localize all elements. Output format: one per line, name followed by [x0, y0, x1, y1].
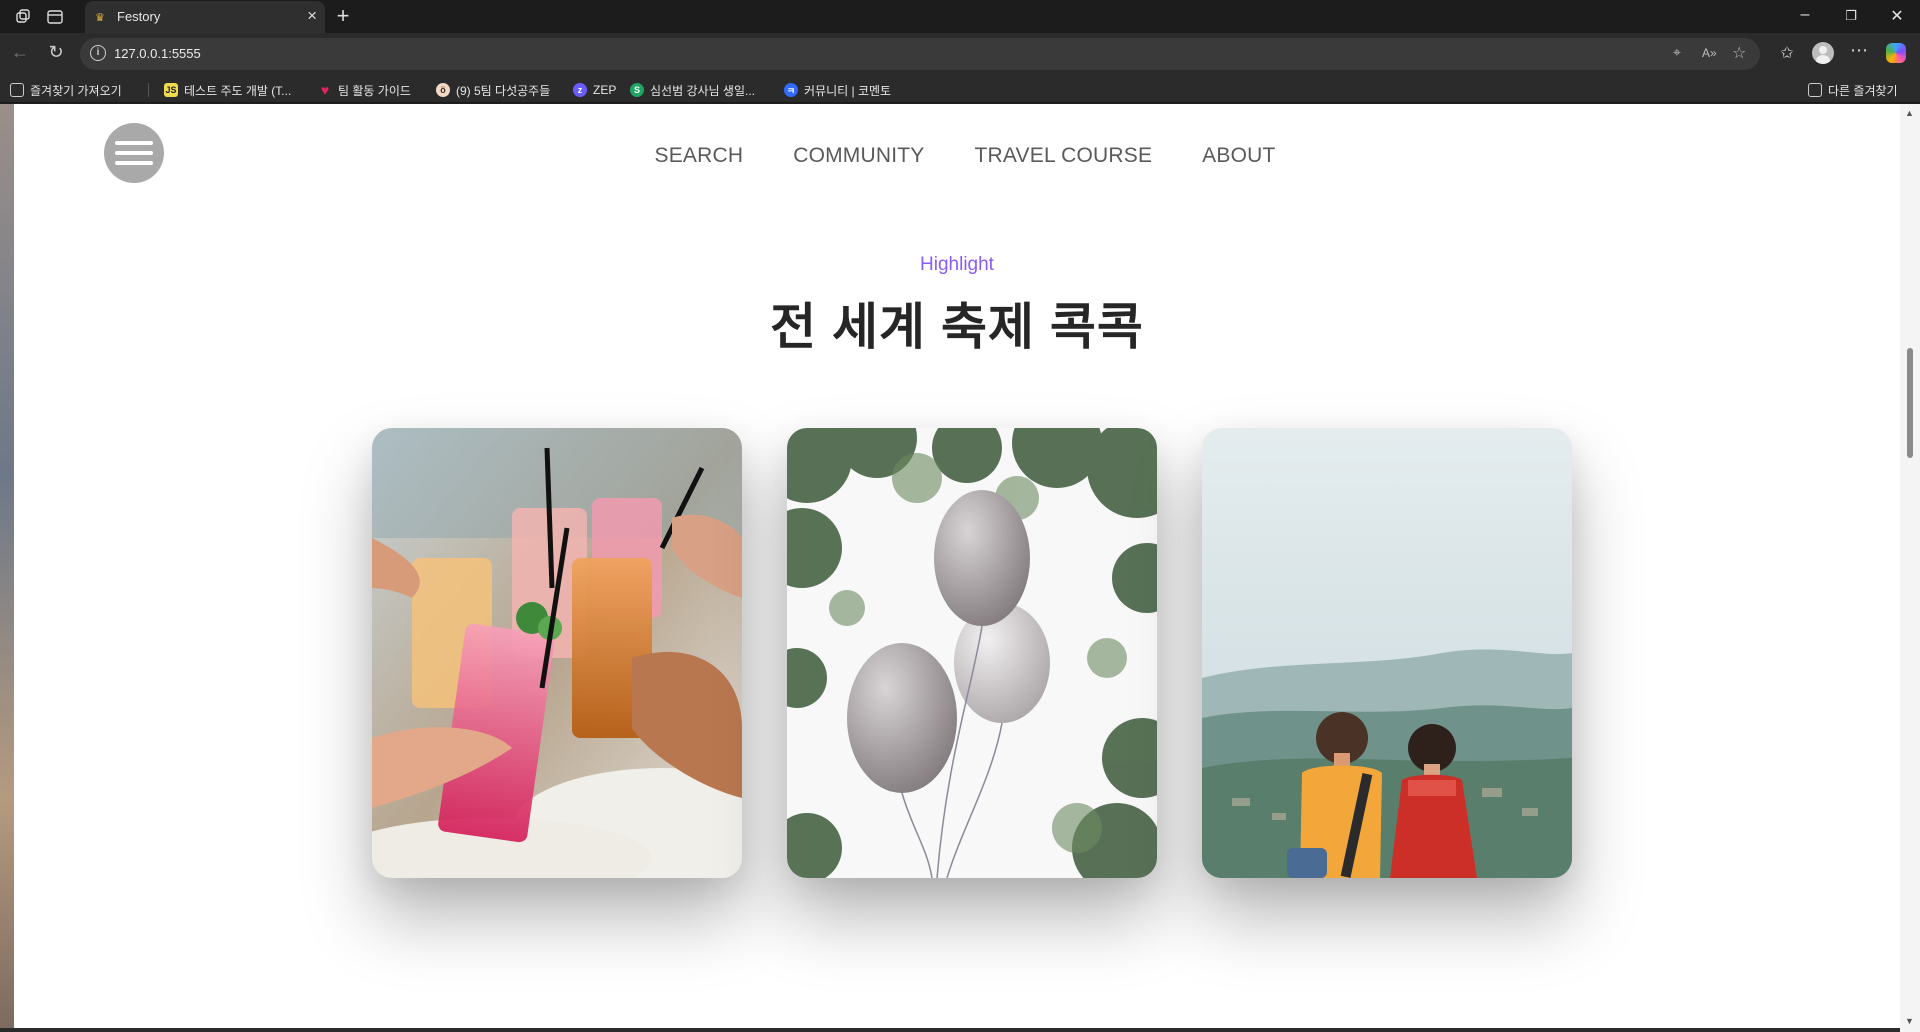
- bookmark-label: 즐겨찾기 가져오기: [30, 83, 122, 98]
- drinks-photo: [372, 428, 742, 878]
- bookmark-tdd[interactable]: JS 테스트 주도 개발 (T...: [164, 81, 291, 99]
- bookmark-label: 심선범 강사님 생일...: [650, 83, 755, 98]
- bookmark-label: 팀 활동 가이드: [338, 83, 411, 98]
- scroll-up-icon[interactable]: ▲: [1905, 108, 1914, 118]
- bookmark-label: 커뮤니티 | 코멘토: [804, 83, 892, 98]
- bookmark-birthday[interactable]: S 심선범 강사님 생일...: [630, 81, 755, 99]
- tab-actions-icon[interactable]: [46, 8, 64, 26]
- nav-search[interactable]: SEARCH: [655, 144, 744, 168]
- address-bar-row: ← ↻ i 127.0.0.1:5555 ⌖ A» ☆ ✩ ⋯: [0, 33, 1920, 75]
- favorite-star-icon[interactable]: ☆: [1732, 43, 1746, 63]
- bookmark-other-favorites[interactable]: 다른 즐겨찾기: [1808, 81, 1898, 99]
- read-aloud-icon[interactable]: A»: [1702, 46, 1717, 60]
- bookmark-label: (9) 5팀 다섯공주들: [456, 83, 551, 98]
- section-title: 전 세계 축제 콕콕: [770, 299, 1144, 355]
- desktop-background-edge: [0, 104, 14, 1032]
- zep-icon: z: [573, 83, 587, 97]
- window-bottom-edge: [0, 1028, 1900, 1032]
- copilot-icon[interactable]: [1886, 43, 1906, 63]
- highlight-card-balloons[interactable]: [787, 428, 1157, 878]
- bookmarks-bar: 즐겨찾기 가져오기 JS 테스트 주도 개발 (T... ♥ 팀 활동 가이드 …: [0, 75, 1920, 103]
- close-tab-icon[interactable]: ×: [307, 6, 317, 26]
- reload-icon[interactable]: ↻: [44, 42, 68, 63]
- restore-icon[interactable]: ❐: [1836, 8, 1866, 24]
- bookmark-comento[interactable]: ㅋ 커뮤니티 | 코멘토: [784, 81, 891, 99]
- page-scrollbar[interactable]: ▲ ▼: [1900, 104, 1920, 1032]
- profile-avatar-icon[interactable]: [1812, 42, 1834, 64]
- balloons-photo: [787, 428, 1157, 878]
- comento-icon: ㅋ: [784, 83, 798, 97]
- page-viewport: SEARCH COMMUNITY TRAVEL COURSE ABOUT Hig…: [14, 104, 1900, 1028]
- heart-icon: ♥: [320, 82, 330, 98]
- tab-title: Festory: [117, 9, 161, 24]
- back-icon[interactable]: ←: [8, 42, 32, 63]
- browser-tab-bar: ♛ Festory × + – ❐ ✕: [0, 0, 1920, 33]
- scrollbar-thumb[interactable]: [1907, 348, 1913, 458]
- close-window-icon[interactable]: ✕: [1882, 6, 1912, 26]
- import-folder-icon: [10, 83, 24, 97]
- festory-favicon: ♛: [95, 12, 105, 24]
- location-icon[interactable]: ⌖: [1673, 44, 1681, 61]
- workspaces-icon[interactable]: [14, 8, 32, 26]
- bookmark-label: ZEP: [593, 83, 617, 97]
- nav-about[interactable]: ABOUT: [1202, 144, 1275, 168]
- minimize-icon[interactable]: –: [1790, 6, 1820, 24]
- address-bar[interactable]: i 127.0.0.1:5555 ⌖ A» ☆: [80, 38, 1760, 70]
- nav-community[interactable]: COMMUNITY: [793, 144, 924, 168]
- main-nav: SEARCH COMMUNITY TRAVEL COURSE ABOUT: [14, 144, 1900, 168]
- more-options-icon[interactable]: ⋯: [1848, 40, 1870, 61]
- tab-festory[interactable]: ♛ Festory ×: [85, 1, 325, 33]
- section-kicker: Highlight: [920, 254, 994, 275]
- nav-travel-course[interactable]: TRAVEL COURSE: [975, 144, 1153, 168]
- scroll-down-icon[interactable]: ▼: [1905, 1016, 1914, 1026]
- favorites-icon[interactable]: ✩: [1776, 43, 1798, 63]
- bookmark-team5[interactable]: ö (9) 5팀 다섯공주들: [436, 81, 550, 99]
- s-icon: S: [630, 83, 644, 97]
- bookmark-separator: [148, 83, 149, 97]
- js-icon: JS: [164, 83, 178, 97]
- new-tab-icon[interactable]: +: [331, 3, 355, 29]
- folder-icon: [1808, 83, 1822, 97]
- bookmark-team-guide[interactable]: ♥ 팀 활동 가이드: [318, 81, 411, 99]
- children-photo: [1202, 428, 1572, 878]
- site-info-icon[interactable]: i: [90, 45, 106, 61]
- url-text[interactable]: 127.0.0.1:5555: [114, 46, 201, 61]
- bookmark-label: 다른 즐겨찾기: [1828, 83, 1898, 98]
- bookmark-import[interactable]: 즐겨찾기 가져오기: [10, 81, 122, 99]
- bookmark-zep[interactable]: z ZEP: [573, 81, 616, 99]
- highlight-card-drinks[interactable]: [372, 428, 742, 878]
- highlight-card-children[interactable]: [1202, 428, 1572, 878]
- bookmark-label: 테스트 주도 개발 (T...: [184, 83, 292, 98]
- emoji-icon: ö: [436, 83, 450, 97]
